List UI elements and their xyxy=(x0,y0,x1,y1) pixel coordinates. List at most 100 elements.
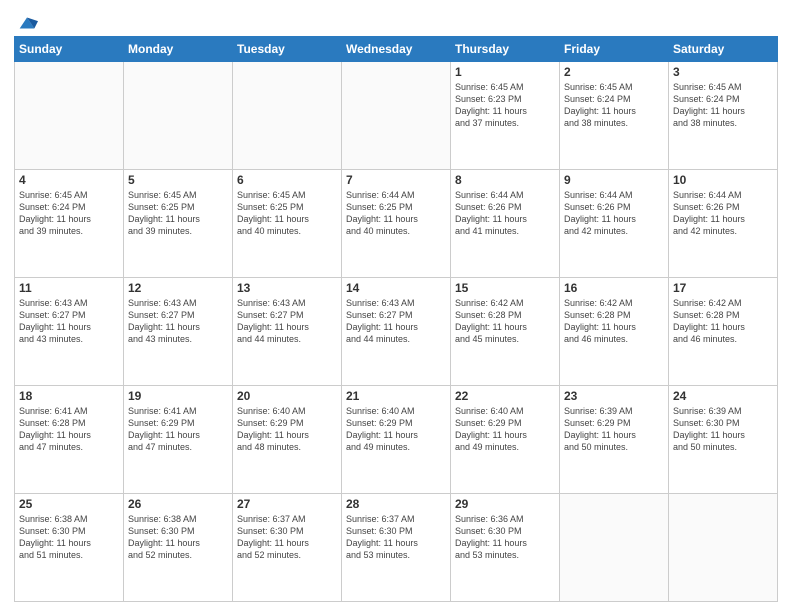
day-number: 2 xyxy=(564,65,664,79)
day-info: Sunrise: 6:45 AM Sunset: 6:25 PM Dayligh… xyxy=(128,189,228,238)
col-header-saturday: Saturday xyxy=(669,37,778,62)
calendar-week-2: 11 Sunrise: 6:43 AM Sunset: 6:27 PM Dayli… xyxy=(15,278,778,386)
day-number: 13 xyxy=(237,281,337,295)
calendar-cell xyxy=(15,62,124,170)
day-info: Sunrise: 6:45 AM Sunset: 6:24 PM Dayligh… xyxy=(673,81,773,130)
calendar-week-4: 25Sunrise: 6:38 AM Sunset: 6:30 PM Dayli… xyxy=(15,494,778,602)
calendar-cell: 10 Sunrise: 6:44 AM Sunset: 6:26 PM Dayli… xyxy=(669,170,778,278)
top-section xyxy=(14,12,778,28)
calendar-cell: 2 Sunrise: 6:45 AM Sunset: 6:24 PM Daylig… xyxy=(560,62,669,170)
calendar-cell: 24 Sunrise: 6:39 AM Sunset: 6:30 PM Dayli… xyxy=(669,386,778,494)
calendar-cell: 26 Sunrise: 6:38 AM Sunset: 6:30 PM Dayli… xyxy=(124,494,233,602)
calendar-cell: 19 Sunrise: 6:41 AM Sunset: 6:29 PM Dayli… xyxy=(124,386,233,494)
col-header-monday: Monday xyxy=(124,37,233,62)
day-info: Sunrise: 6:43 AM Sunset: 6:27 PM Dayligh… xyxy=(19,297,119,346)
calendar-week-1: 4 Sunrise: 6:45 AM Sunset: 6:24 PM Daylig… xyxy=(15,170,778,278)
day-info: Sunrise: 6:44 AM Sunset: 6:26 PM Dayligh… xyxy=(673,189,773,238)
day-number: 26 xyxy=(128,497,228,511)
calendar-cell: 23 Sunrise: 6:39 AM Sunset: 6:29 PM Dayli… xyxy=(560,386,669,494)
day-number: 11 xyxy=(19,281,119,295)
day-info: Sunrise: 6:44 AM Sunset: 6:26 PM Dayligh… xyxy=(455,189,555,238)
day-number: 1 xyxy=(455,65,555,79)
day-info: Sunrise: 6:40 AM Sunset: 6:29 PM Dayligh… xyxy=(237,405,337,454)
day-number: 24 xyxy=(673,389,773,403)
calendar-cell: 13 Sunrise: 6:43 AM Sunset: 6:27 PM Dayli… xyxy=(233,278,342,386)
day-info: Sunrise: 6:41 AM Sunset: 6:29 PM Dayligh… xyxy=(128,405,228,454)
calendar-cell: 25Sunrise: 6:38 AM Sunset: 6:30 PM Dayli… xyxy=(15,494,124,602)
day-number: 8 xyxy=(455,173,555,187)
col-header-friday: Friday xyxy=(560,37,669,62)
day-number: 10 xyxy=(673,173,773,187)
calendar-cell: 3 Sunrise: 6:45 AM Sunset: 6:24 PM Daylig… xyxy=(669,62,778,170)
calendar-cell: 17 Sunrise: 6:42 AM Sunset: 6:28 PM Dayli… xyxy=(669,278,778,386)
day-info: Sunrise: 6:44 AM Sunset: 6:25 PM Dayligh… xyxy=(346,189,446,238)
page: SundayMondayTuesdayWednesdayThursdayFrid… xyxy=(0,0,792,612)
day-number: 29 xyxy=(455,497,555,511)
day-number: 15 xyxy=(455,281,555,295)
day-number: 22 xyxy=(455,389,555,403)
day-number: 7 xyxy=(346,173,446,187)
day-info: Sunrise: 6:42 AM Sunset: 6:28 PM Dayligh… xyxy=(673,297,773,346)
calendar-cell: 22Sunrise: 6:40 AM Sunset: 6:29 PM Dayli… xyxy=(451,386,560,494)
day-number: 4 xyxy=(19,173,119,187)
calendar-week-3: 18Sunrise: 6:41 AM Sunset: 6:28 PM Dayli… xyxy=(15,386,778,494)
day-info: Sunrise: 6:43 AM Sunset: 6:27 PM Dayligh… xyxy=(128,297,228,346)
day-info: Sunrise: 6:40 AM Sunset: 6:29 PM Dayligh… xyxy=(346,405,446,454)
logo-icon xyxy=(16,12,38,34)
col-header-sunday: Sunday xyxy=(15,37,124,62)
day-info: Sunrise: 6:44 AM Sunset: 6:26 PM Dayligh… xyxy=(564,189,664,238)
day-info: Sunrise: 6:41 AM Sunset: 6:28 PM Dayligh… xyxy=(19,405,119,454)
calendar-cell: 12 Sunrise: 6:43 AM Sunset: 6:27 PM Dayli… xyxy=(124,278,233,386)
day-number: 5 xyxy=(128,173,228,187)
calendar-cell: 28 Sunrise: 6:37 AM Sunset: 6:30 PM Dayli… xyxy=(342,494,451,602)
col-header-tuesday: Tuesday xyxy=(233,37,342,62)
calendar-cell: 1 Sunrise: 6:45 AM Sunset: 6:23 PM Daylig… xyxy=(451,62,560,170)
calendar-cell: 7 Sunrise: 6:44 AM Sunset: 6:25 PM Daylig… xyxy=(342,170,451,278)
day-info: Sunrise: 6:45 AM Sunset: 6:24 PM Dayligh… xyxy=(19,189,119,238)
day-number: 20 xyxy=(237,389,337,403)
day-number: 27 xyxy=(237,497,337,511)
day-number: 17 xyxy=(673,281,773,295)
col-header-thursday: Thursday xyxy=(451,37,560,62)
day-number: 19 xyxy=(128,389,228,403)
calendar-cell: 6 Sunrise: 6:45 AM Sunset: 6:25 PM Daylig… xyxy=(233,170,342,278)
calendar-cell: 27Sunrise: 6:37 AM Sunset: 6:30 PM Dayli… xyxy=(233,494,342,602)
day-number: 6 xyxy=(237,173,337,187)
calendar-cell xyxy=(560,494,669,602)
calendar-table: SundayMondayTuesdayWednesdayThursdayFrid… xyxy=(14,36,778,602)
calendar-cell: 18Sunrise: 6:41 AM Sunset: 6:28 PM Dayli… xyxy=(15,386,124,494)
calendar-cell xyxy=(669,494,778,602)
day-info: Sunrise: 6:36 AM Sunset: 6:30 PM Dayligh… xyxy=(455,513,555,562)
day-info: Sunrise: 6:45 AM Sunset: 6:23 PM Dayligh… xyxy=(455,81,555,130)
day-number: 21 xyxy=(346,389,446,403)
calendar-cell: 5 Sunrise: 6:45 AM Sunset: 6:25 PM Daylig… xyxy=(124,170,233,278)
day-info: Sunrise: 6:38 AM Sunset: 6:30 PM Dayligh… xyxy=(19,513,119,562)
calendar-cell xyxy=(124,62,233,170)
calendar-cell: 11 Sunrise: 6:43 AM Sunset: 6:27 PM Dayli… xyxy=(15,278,124,386)
day-info: Sunrise: 6:39 AM Sunset: 6:29 PM Dayligh… xyxy=(564,405,664,454)
day-info: Sunrise: 6:43 AM Sunset: 6:27 PM Dayligh… xyxy=(346,297,446,346)
calendar-cell: 15 Sunrise: 6:42 AM Sunset: 6:28 PM Dayli… xyxy=(451,278,560,386)
day-info: Sunrise: 6:45 AM Sunset: 6:25 PM Dayligh… xyxy=(237,189,337,238)
day-info: Sunrise: 6:45 AM Sunset: 6:24 PM Dayligh… xyxy=(564,81,664,130)
calendar-cell: 4 Sunrise: 6:45 AM Sunset: 6:24 PM Daylig… xyxy=(15,170,124,278)
day-number: 16 xyxy=(564,281,664,295)
day-info: Sunrise: 6:42 AM Sunset: 6:28 PM Dayligh… xyxy=(455,297,555,346)
calendar-cell: 21 Sunrise: 6:40 AM Sunset: 6:29 PM Dayli… xyxy=(342,386,451,494)
day-number: 3 xyxy=(673,65,773,79)
calendar-cell xyxy=(342,62,451,170)
day-info: Sunrise: 6:37 AM Sunset: 6:30 PM Dayligh… xyxy=(346,513,446,562)
day-info: Sunrise: 6:42 AM Sunset: 6:28 PM Dayligh… xyxy=(564,297,664,346)
calendar-cell: 8 Sunrise: 6:44 AM Sunset: 6:26 PM Daylig… xyxy=(451,170,560,278)
col-header-wednesday: Wednesday xyxy=(342,37,451,62)
day-info: Sunrise: 6:39 AM Sunset: 6:30 PM Dayligh… xyxy=(673,405,773,454)
day-info: Sunrise: 6:38 AM Sunset: 6:30 PM Dayligh… xyxy=(128,513,228,562)
day-info: Sunrise: 6:43 AM Sunset: 6:27 PM Dayligh… xyxy=(237,297,337,346)
day-number: 28 xyxy=(346,497,446,511)
calendar-cell xyxy=(233,62,342,170)
day-number: 9 xyxy=(564,173,664,187)
day-number: 12 xyxy=(128,281,228,295)
calendar-week-0: 1 Sunrise: 6:45 AM Sunset: 6:23 PM Daylig… xyxy=(15,62,778,170)
calendar-cell: 29 Sunrise: 6:36 AM Sunset: 6:30 PM Dayli… xyxy=(451,494,560,602)
day-number: 23 xyxy=(564,389,664,403)
